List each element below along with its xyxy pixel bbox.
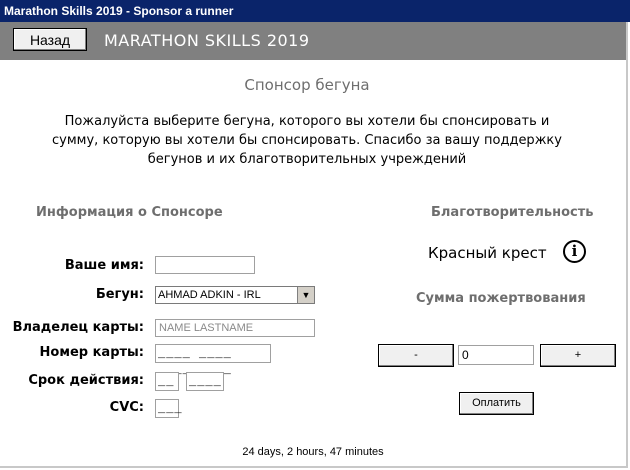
donation-amount-heading: Сумма пожертвования bbox=[416, 291, 586, 306]
cvc-field[interactable]: ___ bbox=[155, 399, 182, 418]
runner-select-value: AHMAD ADKIN - IRL bbox=[158, 289, 261, 301]
increment-button[interactable]: + bbox=[540, 344, 616, 367]
card-number-label: Номер карты: bbox=[39, 345, 144, 360]
intro-text: Пожалуйста выберите бегуна, которого вы … bbox=[52, 114, 562, 167]
runner-label: Бегун: bbox=[95, 287, 144, 302]
back-button[interactable]: Назад bbox=[13, 28, 87, 51]
expiry-label: Срок действия: bbox=[28, 373, 144, 388]
sponsor-info-heading: Информация о Спонсоре bbox=[36, 205, 223, 220]
decrement-button[interactable]: - bbox=[378, 344, 454, 367]
page-title: Спонсор бегуна bbox=[244, 76, 370, 94]
name-label: Ваше имя: bbox=[64, 258, 144, 273]
expiry-year-field[interactable]: ____ bbox=[186, 372, 224, 391]
expiry-month-field[interactable]: __ bbox=[155, 372, 179, 391]
chevron-down-icon[interactable]: ▼ bbox=[297, 287, 314, 303]
charity-name: Красный крест bbox=[428, 244, 547, 262]
app-window: Назад MARATHON SKILLS 2019 Спонсор бегун… bbox=[0, 22, 628, 468]
cvc-label: CVC: bbox=[109, 400, 144, 415]
window-title-bar: Marathon Skills 2019 - Sponsor a runner bbox=[0, 0, 630, 22]
header-bar: Назад MARATHON SKILLS 2019 bbox=[0, 22, 626, 60]
runner-select[interactable]: AHMAD ADKIN - IRL ▼ bbox=[155, 286, 315, 304]
app-title: MARATHON SKILLS 2019 bbox=[104, 31, 310, 50]
expiry-month-mask: __ bbox=[158, 375, 175, 389]
countdown-text: 24 days, 2 hours, 47 minutes bbox=[242, 446, 384, 458]
charity-heading: Благотворительность bbox=[431, 205, 594, 220]
card-number-field[interactable]: ____ ____ ____ ____ bbox=[155, 344, 271, 377]
cvc-mask: ___ bbox=[158, 402, 183, 416]
expiry-year-mask: ____ bbox=[189, 375, 222, 389]
pay-button[interactable]: Оплатить bbox=[459, 392, 534, 415]
info-icon[interactable]: i bbox=[563, 240, 586, 263]
name-field[interactable] bbox=[155, 256, 255, 274]
cardholder-field[interactable]: NAME LASTNAME bbox=[155, 319, 315, 337]
cardholder-placeholder: NAME LASTNAME bbox=[159, 322, 254, 334]
donation-amount-field[interactable]: 0 bbox=[458, 345, 534, 365]
cardholder-label: Владелец карты: bbox=[12, 320, 144, 335]
